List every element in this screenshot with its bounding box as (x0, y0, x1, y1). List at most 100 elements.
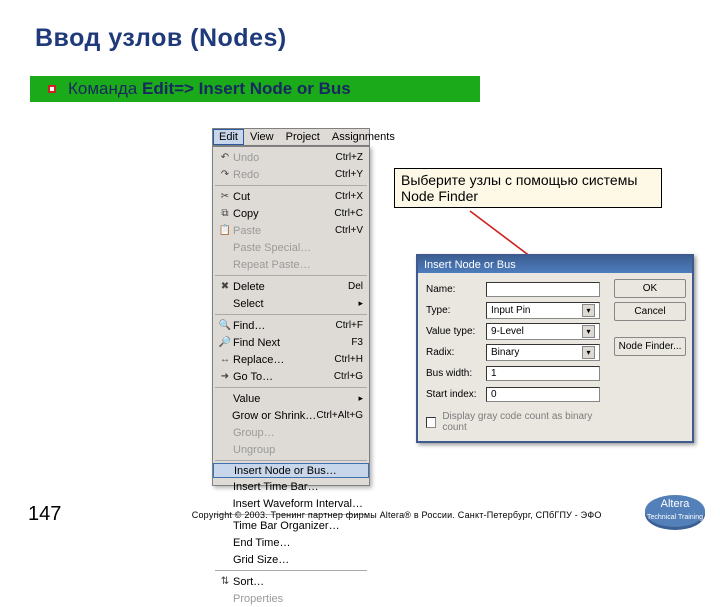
ok-button[interactable]: OK (614, 279, 686, 298)
edit-dropdown[interactable]: ↶UndoCtrl+Z↷RedoCtrl+Y✂CutCtrl+X⧉CopyCtr… (212, 146, 370, 486)
bus-width-field[interactable]: 1 (486, 366, 600, 381)
menu-item-icon: ✂ (217, 190, 233, 204)
bus-width-label: Bus width: (426, 368, 486, 379)
menu-item-label: Delete (233, 281, 348, 293)
separator (215, 460, 367, 461)
start-index-field[interactable]: 0 (486, 387, 600, 402)
menu-item-label: Value (233, 393, 358, 405)
menu-item-paste-special: Paste Special… (213, 239, 369, 256)
menu-item-find[interactable]: 🔍Find…Ctrl+F (213, 317, 369, 334)
cancel-button[interactable]: Cancel (614, 302, 686, 321)
menu-item-cut[interactable]: ✂CutCtrl+X (213, 188, 369, 205)
menu-item-icon (217, 258, 233, 272)
menu-item-icon: ⇅ (217, 575, 233, 589)
insert-node-dialog: Insert Node or Bus OK Cancel Node Finder… (416, 254, 694, 443)
menu-item-delete[interactable]: ✖DeleteDel (213, 278, 369, 295)
menu-item-group: Group… (213, 424, 369, 441)
menu-item-label: Cut (233, 191, 335, 203)
menu-item-value[interactable]: Value▸ (213, 390, 369, 407)
radix-select[interactable]: Binary▾ (486, 344, 600, 361)
menu-item-shortcut: Ctrl+F (336, 320, 364, 331)
gray-code-label: Display gray code count as binary count (442, 411, 606, 433)
menu-item-icon: 🔎 (217, 336, 233, 350)
menu-item-go-to[interactable]: ➜Go To…Ctrl+G (213, 368, 369, 385)
menu-item-label: Paste Special… (233, 242, 363, 254)
menu-item-shortcut: Ctrl+Z (336, 152, 364, 163)
menu-item-grow-or-shrink[interactable]: Grow or Shrink…Ctrl+Alt+G (213, 407, 369, 424)
menu-item-repeat-paste: Repeat Paste… (213, 256, 369, 273)
menu-item-label: Redo (233, 169, 335, 181)
chevron-down-icon[interactable]: ▾ (582, 304, 595, 317)
menu-item-properties: Properties (213, 590, 369, 607)
menu-item-icon (217, 553, 233, 567)
subtitle-text: Команда Edit=> Insert Node or Bus (68, 79, 351, 99)
menu-item-icon (217, 443, 233, 457)
menu-assignments[interactable]: Assignments (326, 129, 401, 145)
menu-project[interactable]: Project (280, 129, 326, 145)
menu-item-copy[interactable]: ⧉CopyCtrl+C (213, 205, 369, 222)
svg-text:Altera: Altera (661, 498, 691, 510)
menu-item-shortcut: Ctrl+G (334, 371, 363, 382)
name-label: Name: (426, 284, 486, 295)
menu-item-icon (217, 426, 233, 440)
separator (215, 314, 367, 315)
checkbox-icon[interactable] (426, 417, 436, 428)
bullet-icon (48, 85, 56, 93)
menu-item-label: Repeat Paste… (233, 259, 363, 271)
slide-title: Ввод узлов (Nodes) (35, 24, 287, 53)
separator (215, 185, 367, 186)
menu-item-shortcut: Del (348, 281, 363, 292)
type-select[interactable]: Input Pin▾ (486, 302, 600, 319)
menu-item-end-time[interactable]: End Time… (213, 534, 369, 551)
chevron-down-icon[interactable]: ▾ (582, 325, 595, 338)
menu-item-icon: ↶ (217, 151, 233, 165)
menu-item-icon: ↷ (217, 168, 233, 182)
menu-item-shortcut: Ctrl+Alt+G (316, 410, 363, 421)
type-label: Type: (426, 305, 486, 316)
chevron-right-icon: ▸ (358, 298, 363, 309)
node-finder-button[interactable]: Node Finder... (614, 337, 686, 356)
menu-view[interactable]: View (244, 129, 280, 145)
separator (215, 275, 367, 276)
menu-item-insert-time-bar[interactable]: Insert Time Bar… (213, 478, 369, 495)
menu-item-find-next[interactable]: 🔎Find NextF3 (213, 334, 369, 351)
menu-item-grid-size[interactable]: Grid Size… (213, 551, 369, 568)
menu-item-label: Select (233, 298, 358, 310)
menu-item-icon (218, 464, 234, 478)
chevron-right-icon: ▸ (358, 393, 363, 404)
menu-item-insert-node-or-bus[interactable]: Insert Node or Bus… (213, 463, 369, 478)
chevron-down-icon[interactable]: ▾ (582, 346, 595, 359)
app-menu-bar[interactable]: Edit View Project Assignments (212, 128, 370, 146)
gray-code-checkbox[interactable]: Display gray code count as binary count (426, 405, 606, 433)
menu-item-replace[interactable]: ↔Replace…Ctrl+H (213, 351, 369, 368)
menu-item-label: Grid Size… (233, 554, 363, 566)
menu-item-icon: ✖ (217, 280, 233, 294)
menu-item-icon (217, 536, 233, 550)
menu-item-sort[interactable]: ⇅Sort… (213, 573, 369, 590)
name-field[interactable] (486, 282, 600, 297)
page-number: 147 (28, 503, 61, 526)
dialog-title: Insert Node or Bus (418, 256, 692, 273)
copyright-text: Copyright © 2003. Тренинг партнер фирмы … (87, 510, 706, 520)
slide-footer: 147 Copyright © 2003. Тренинг партнер фи… (0, 503, 720, 526)
menu-item-label: End Time… (233, 537, 363, 549)
subtitle-bar: Команда Edit=> Insert Node or Bus (30, 76, 480, 102)
altera-logo: Altera Technical Training (642, 484, 708, 532)
menu-item-ungroup: Ungroup (213, 441, 369, 458)
menu-item-icon: ⧉ (217, 207, 233, 221)
value-type-label: Value type: (426, 326, 486, 337)
menu-item-undo: ↶UndoCtrl+Z (213, 149, 369, 166)
menu-item-select[interactable]: Select▸ (213, 295, 369, 312)
menu-item-label: Undo (233, 152, 336, 164)
menu-item-label: Replace… (233, 354, 334, 366)
menu-item-shortcut: Ctrl+X (335, 191, 363, 202)
menu-item-shortcut: Ctrl+H (334, 354, 363, 365)
menu-item-label: Ungroup (233, 444, 363, 456)
menu-item-shortcut: Ctrl+C (334, 208, 363, 219)
menu-item-label: Grow or Shrink… (232, 410, 316, 422)
menu-item-label: Paste (233, 225, 335, 237)
radix-label: Radix: (426, 347, 486, 358)
value-type-select[interactable]: 9-Level▾ (486, 323, 600, 340)
menu-edit[interactable]: Edit (213, 129, 244, 145)
menu-item-icon (217, 392, 233, 406)
